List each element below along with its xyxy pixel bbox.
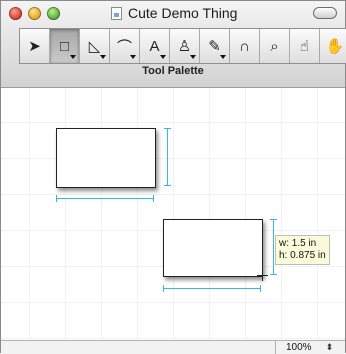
- width-dimension-cap-left: [56, 195, 57, 202]
- tooltip-width: w: 1.5 in: [279, 238, 317, 249]
- window-title-group: Cute Demo Thing: [111, 4, 237, 22]
- dropdown-triangle-icon: [70, 55, 76, 59]
- brush-icon: ✎: [208, 38, 221, 55]
- height-dimension-line: [167, 128, 168, 186]
- pointer-hand-tool-button[interactable]: ☝: [290, 29, 320, 63]
- height-dimension-cap-top: [164, 128, 171, 129]
- dropdown-triangle-icon: [160, 55, 166, 59]
- height-dimension-cap-top-active: [270, 219, 277, 220]
- app-window: Cute Demo Thing ➤ □ ◺ ⌒ A ♙ ✎ ∩ ⌕ ☝ ✋ Tool Palette…: [0, 0, 346, 354]
- zoom-tool-button[interactable]: ⌕: [260, 29, 290, 63]
- size-tooltip: w: 1.5 in h: 0.875 in: [275, 235, 330, 265]
- minimize-button[interactable]: [28, 7, 41, 20]
- zoom-level: 100%: [286, 342, 312, 353]
- arrow-icon: ➤: [28, 38, 41, 55]
- dropdown-triangle-icon: [220, 55, 226, 59]
- magnifier-icon: ⌕: [270, 37, 279, 55]
- rectangle-shape-active[interactable]: [163, 219, 263, 277]
- close-button[interactable]: [9, 7, 22, 20]
- width-dimension-cap-left-active: [163, 285, 164, 292]
- arrow-tool-button[interactable]: ➤: [20, 29, 50, 63]
- width-dimension-line: [56, 198, 154, 199]
- tooltip-height: h: 0.875 in: [279, 250, 326, 261]
- height-dimension-line-active: [273, 219, 274, 275]
- document-icon[interactable]: [111, 6, 122, 20]
- zoom-stepper-icon[interactable]: ⬍: [326, 342, 334, 353]
- dropdown-triangle-icon: [130, 55, 136, 59]
- height-dimension-cap-bottom-active: [270, 274, 277, 275]
- status-bar: 100% ⬍: [1, 340, 345, 354]
- triangle-icon: ◺: [88, 38, 101, 55]
- dropdown-triangle-icon: [190, 55, 196, 59]
- tool-palette-label: Tool Palette: [142, 65, 204, 77]
- dropdown-triangle-icon: [100, 55, 106, 59]
- zoom-button[interactable]: [47, 7, 60, 20]
- rectangle-tool-button[interactable]: □: [50, 29, 80, 63]
- window-title: Cute Demo Thing: [128, 5, 238, 21]
- drawing-canvas[interactable]: w: 1.5 in h: 0.875 in: [1, 88, 345, 340]
- text-tool-button[interactable]: A: [140, 29, 170, 63]
- title-bar[interactable]: Cute Demo Thing ➤ □ ◺ ⌒ A ♙ ✎ ∩ ⌕ ☝ ✋ Tool Palette: [1, 1, 346, 88]
- height-dimension-cap-bottom: [164, 185, 171, 186]
- grab-hand-icon: ✋: [325, 38, 345, 55]
- tool-palette: ➤ □ ◺ ⌒ A ♙ ✎ ∩ ⌕ ☝ ✋: [19, 28, 346, 64]
- grab-hand-tool-button[interactable]: ✋: [320, 29, 346, 63]
- curve-icon: ⌒: [116, 38, 132, 56]
- width-dimension-line-active: [163, 288, 261, 289]
- curve-tool-button[interactable]: ⌒: [110, 29, 140, 63]
- triangle-tool-button[interactable]: ◺: [80, 29, 110, 63]
- width-dimension-cap-right: [153, 195, 154, 202]
- width-dimension-cap-right-active: [260, 285, 261, 292]
- magnet-icon: ∩: [239, 37, 250, 55]
- toolbar-toggle-button[interactable]: [313, 7, 337, 19]
- pointing-hand-icon: ☝: [299, 38, 310, 55]
- stamp-icon: ♙: [177, 38, 192, 55]
- magnet-tool-button[interactable]: ∩: [230, 29, 260, 63]
- stamp-tool-button[interactable]: ♙: [170, 29, 200, 63]
- rectangle-shape[interactable]: [56, 128, 156, 188]
- rectangle-icon: □: [59, 37, 70, 55]
- text-icon: A: [149, 37, 160, 55]
- zoom-control[interactable]: 100% ⬍: [275, 341, 346, 354]
- brush-tool-button[interactable]: ✎: [200, 29, 230, 63]
- crosshair-cursor-icon-vertical: [262, 270, 263, 281]
